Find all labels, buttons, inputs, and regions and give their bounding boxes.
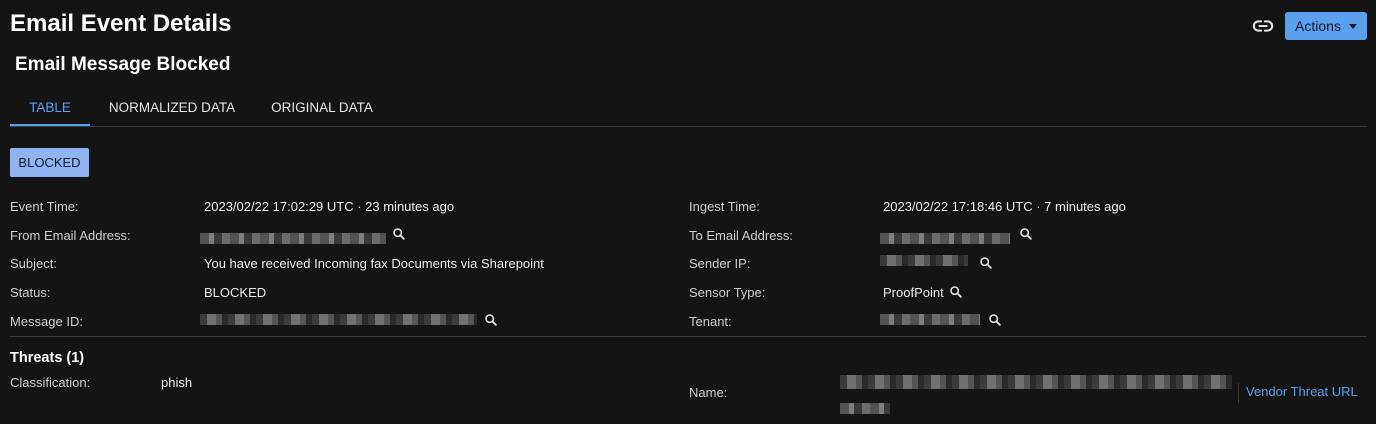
event-subtitle: Email Message Blocked	[15, 54, 231, 75]
redacted-from-email	[200, 233, 386, 244]
vertical-separator	[1238, 383, 1239, 403]
search-icon[interactable]	[988, 313, 1002, 327]
tab-normalized-data[interactable]: NORMALIZED DATA	[104, 96, 240, 126]
section-divider	[10, 336, 1367, 337]
page-title: Email Event Details	[10, 10, 232, 37]
classification-label: Classification:	[10, 375, 91, 390]
search-icon[interactable]	[484, 313, 498, 327]
actions-button[interactable]: Actions	[1285, 12, 1367, 40]
ingest-time-value: 2023/02/22 17:18:46 UTC · 7 minutes ago	[883, 199, 1126, 214]
search-icon[interactable]	[949, 285, 963, 299]
status-label: Status:	[10, 285, 51, 300]
sensor-type-value: ProofPoint	[883, 285, 944, 300]
search-icon[interactable]	[1019, 227, 1033, 241]
from-email-label: From Email Address:	[10, 228, 131, 243]
tab-bar: TABLE NORMALIZED DATA ORIGINAL DATA	[10, 96, 1367, 127]
status-badge: BLOCKED	[10, 148, 89, 177]
vendor-threat-url-link[interactable]: Vendor Threat URL	[1246, 384, 1358, 399]
sender-ip-label: Sender IP:	[689, 256, 751, 271]
redacted-message-id	[200, 314, 477, 325]
redacted-sender-ip	[880, 255, 968, 266]
redacted-to-email	[880, 233, 1010, 244]
ingest-time-label: Ingest Time:	[689, 199, 760, 214]
subject-label: Subject:	[10, 256, 57, 271]
redacted-tenant	[880, 314, 980, 325]
to-email-label: To Email Address:	[689, 228, 794, 243]
status-value: BLOCKED	[204, 285, 267, 300]
search-icon[interactable]	[392, 227, 406, 241]
event-time-label: Event Time:	[10, 199, 79, 214]
redacted-threat-name	[840, 375, 1232, 389]
tab-original-data[interactable]: ORIGINAL DATA	[266, 96, 378, 126]
message-id-label: Message ID:	[10, 314, 83, 329]
search-icon[interactable]	[979, 256, 993, 270]
subject-value: You have received Incoming fax Documents…	[204, 256, 544, 271]
caret-down-icon	[1348, 23, 1357, 29]
actions-button-label: Actions	[1295, 18, 1341, 34]
classification-value: phish	[161, 375, 193, 390]
sensor-type-label: Sensor Type:	[689, 285, 766, 300]
tab-table[interactable]: TABLE	[10, 96, 90, 126]
link-icon[interactable]	[1252, 15, 1274, 37]
threats-heading: Threats (1)	[10, 350, 85, 366]
redacted-threat-name-cont	[840, 403, 890, 414]
event-time-value: 2023/02/22 17:02:29 UTC · 23 minutes ago	[204, 199, 455, 214]
threat-name-label: Name:	[689, 385, 728, 400]
tenant-label: Tenant:	[689, 314, 732, 329]
